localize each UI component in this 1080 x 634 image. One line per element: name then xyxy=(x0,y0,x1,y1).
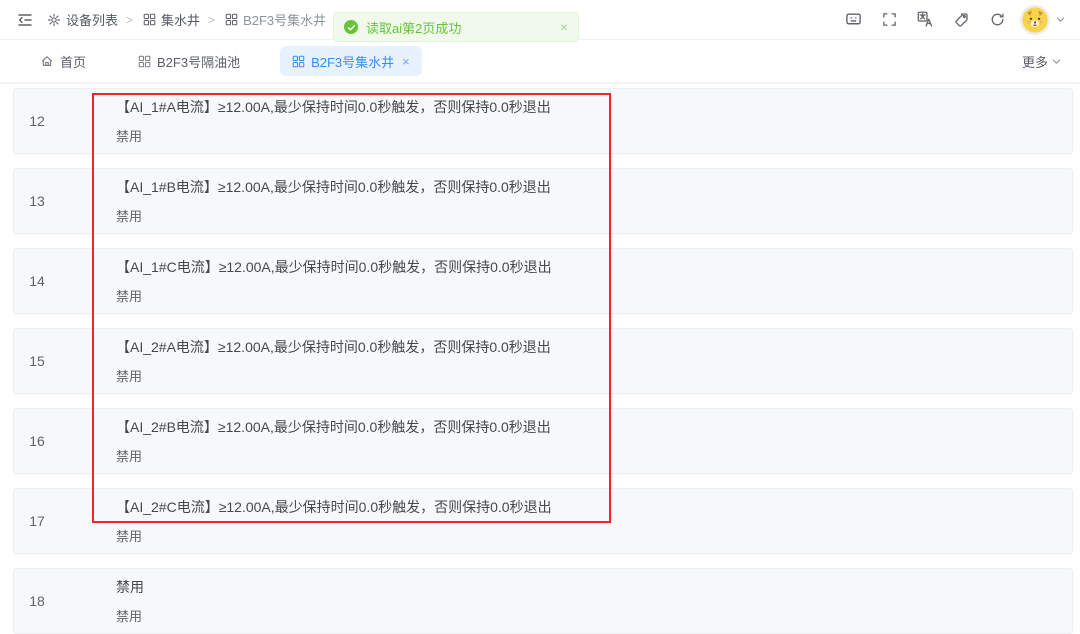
rule-body: 【AI_2#B电流】≥12.00A,最少保持时间0.0秒触发，否则保持0.0秒退… xyxy=(116,417,551,465)
rule-row[interactable]: 17 【AI_2#C电流】≥12.00A,最少保持时间0.0秒触发，否则保持0.… xyxy=(13,488,1073,554)
rules-list: 12 【AI_1#A电流】≥12.00A,最少保持时间0.0秒触发，否则保持0.… xyxy=(0,84,1080,634)
tab-b2f3-grease-trap[interactable]: B2F3号隔油池 xyxy=(126,46,252,76)
user-menu[interactable] xyxy=(1022,7,1066,33)
rule-status: 禁用 xyxy=(116,286,552,305)
tag-icon[interactable] xyxy=(950,9,972,31)
rule-body: 【AI_1#A电流】≥12.00A,最少保持时间0.0秒触发，否则保持0.0秒退… xyxy=(116,97,551,145)
tab-label: B2F3号隔油池 xyxy=(157,52,240,71)
rule-index: 14 xyxy=(14,273,60,289)
rule-index: 17 xyxy=(14,513,60,529)
breadcrumb-label: 集水井 xyxy=(161,10,200,29)
rule-text: 【AI_1#A电流】≥12.00A,最少保持时间0.0秒触发，否则保持0.0秒退… xyxy=(116,97,551,117)
tab-b2f3-sump-active[interactable]: B2F3号集水井 × xyxy=(280,46,422,76)
more-label: 更多 xyxy=(1022,52,1048,71)
rule-row[interactable]: 16 【AI_2#B电流】≥12.00A,最少保持时间0.0秒触发，否则保持0.… xyxy=(13,408,1073,474)
rule-row[interactable]: 14 【AI_1#C电流】≥12.00A,最少保持时间0.0秒触发，否则保持0.… xyxy=(13,248,1073,314)
grid-icon xyxy=(138,55,151,68)
toast-message: 读取ai第2页成功 xyxy=(366,18,552,37)
gear-icon xyxy=(46,12,62,28)
tab-bar: 首页 B2F3号隔油池 B2F3号集水井 × 更多 xyxy=(0,40,1080,84)
breadcrumb: 设备列表 > 集水井 > xyxy=(46,10,326,29)
breadcrumb-label: B2F3号集水井 xyxy=(243,10,326,29)
rule-index: 15 xyxy=(14,353,60,369)
header-left-group: 设备列表 > 集水井 > xyxy=(14,9,326,31)
tab-home[interactable]: 首页 xyxy=(28,46,98,76)
rule-body: 【AI_1#C电流】≥12.00A,最少保持时间0.0秒触发，否则保持0.0秒退… xyxy=(116,257,552,305)
rule-index: 16 xyxy=(14,433,60,449)
rule-body: 【AI_1#B电流】≥12.00A,最少保持时间0.0秒触发，否则保持0.0秒退… xyxy=(116,177,551,225)
toast-close-icon[interactable]: × xyxy=(560,20,568,34)
fullscreen-icon[interactable] xyxy=(878,9,900,31)
rule-index: 12 xyxy=(14,113,60,129)
rule-text: 【AI_1#B电流】≥12.00A,最少保持时间0.0秒触发，否则保持0.0秒退… xyxy=(116,177,551,197)
rule-row[interactable]: 12 【AI_1#A电流】≥12.00A,最少保持时间0.0秒触发，否则保持0.… xyxy=(13,88,1073,154)
more-tabs-button[interactable]: 更多 xyxy=(1022,52,1062,71)
rule-text: 【AI_2#C电流】≥12.00A,最少保持时间0.0秒触发，否则保持0.0秒退… xyxy=(116,497,552,517)
breadcrumb-item-sump[interactable]: 集水井 xyxy=(141,10,200,29)
rule-text: 【AI_2#B电流】≥12.00A,最少保持时间0.0秒触发，否则保持0.0秒退… xyxy=(116,417,551,437)
refresh-icon[interactable] xyxy=(986,9,1008,31)
tab-label: 首页 xyxy=(60,52,86,71)
grid-icon xyxy=(141,12,157,28)
grid-icon xyxy=(292,55,305,68)
breadcrumb-item-device-list[interactable]: 设备列表 xyxy=(46,10,118,29)
language-icon[interactable] xyxy=(914,9,936,31)
tab-label: B2F3号集水井 xyxy=(311,52,394,71)
grid-icon xyxy=(223,12,239,28)
check-circle-icon xyxy=(344,20,358,34)
rule-row[interactable]: 18 禁用 禁用 xyxy=(13,568,1073,634)
rule-index: 18 xyxy=(14,593,60,609)
chevron-down-icon xyxy=(1051,56,1062,67)
breadcrumb-separator: > xyxy=(208,13,215,27)
breadcrumb-label: 设备列表 xyxy=(66,10,118,29)
rule-status: 禁用 xyxy=(116,446,551,465)
rule-text: 【AI_1#C电流】≥12.00A,最少保持时间0.0秒触发，否则保持0.0秒退… xyxy=(116,257,552,277)
rule-index: 13 xyxy=(14,193,60,209)
rule-status: 禁用 xyxy=(116,126,551,145)
rule-text: 禁用 xyxy=(116,577,144,597)
header-actions xyxy=(842,7,1066,33)
chevron-down-icon xyxy=(1054,9,1066,31)
rule-body: 【AI_2#C电流】≥12.00A,最少保持时间0.0秒触发，否则保持0.0秒退… xyxy=(116,497,552,545)
breadcrumb-item-b2f3-sump[interactable]: B2F3号集水井 xyxy=(223,10,326,29)
rule-status: 禁用 xyxy=(116,206,551,225)
rule-row[interactable]: 13 【AI_1#B电流】≥12.00A,最少保持时间0.0秒触发，否则保持0.… xyxy=(13,168,1073,234)
tab-close-icon[interactable]: × xyxy=(402,55,410,68)
rule-body: 【AI_2#A电流】≥12.00A,最少保持时间0.0秒触发，否则保持0.0秒退… xyxy=(116,337,551,385)
breadcrumb-separator: > xyxy=(126,13,133,27)
collapse-sidebar-icon[interactable] xyxy=(14,9,36,31)
rule-row[interactable]: 15 【AI_2#A电流】≥12.00A,最少保持时间0.0秒触发，否则保持0.… xyxy=(13,328,1073,394)
rule-status: 禁用 xyxy=(116,606,144,625)
avatar xyxy=(1022,7,1048,33)
rule-status: 禁用 xyxy=(116,526,552,545)
success-toast: 读取ai第2页成功 × xyxy=(333,12,579,42)
screen-lock-icon[interactable] xyxy=(842,9,864,31)
rule-text: 【AI_2#A电流】≥12.00A,最少保持时间0.0秒触发，否则保持0.0秒退… xyxy=(116,337,551,357)
home-icon xyxy=(40,54,54,68)
rule-status: 禁用 xyxy=(116,366,551,385)
